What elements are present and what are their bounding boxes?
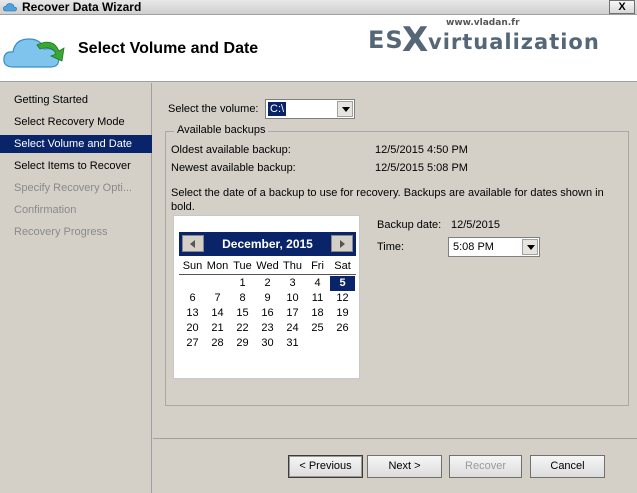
calendar-day[interactable]: 28 bbox=[205, 336, 230, 351]
calendar-day[interactable]: 1 bbox=[230, 276, 255, 291]
step-getting-started[interactable]: Getting Started bbox=[0, 91, 152, 109]
logo: www.vladan.fr ES X virtualization bbox=[368, 18, 600, 68]
calendar-day[interactable]: 13 bbox=[180, 306, 205, 321]
main-panel: Select the volume: C:\ Available backups… bbox=[153, 83, 637, 493]
weekday-header: Sat bbox=[334, 260, 351, 272]
calendar-day[interactable]: 29 bbox=[230, 336, 255, 351]
calendar-day[interactable]: 7 bbox=[205, 291, 230, 306]
next-button[interactable]: Next > bbox=[367, 455, 442, 478]
chevron-down-icon[interactable] bbox=[337, 101, 353, 117]
calendar-day[interactable]: 27 bbox=[180, 336, 205, 351]
calendar-divider bbox=[179, 274, 356, 275]
step-specify-recovery-options: Specify Recovery Opti... bbox=[14, 182, 132, 194]
step-select-recovery-mode[interactable]: Select Recovery Mode bbox=[0, 113, 152, 131]
cloud-icon bbox=[3, 3, 17, 12]
backup-calendar[interactable]: December, 2015 Sun Mon Tue Wed Thu Fri Sat 123… bbox=[173, 215, 360, 379]
calendar-day[interactable]: 20 bbox=[180, 321, 205, 336]
calendar-day[interactable]: 9 bbox=[255, 291, 280, 306]
step-select-items[interactable]: Select Items to Recover bbox=[0, 157, 152, 175]
volume-label: Select the volume: bbox=[168, 103, 259, 115]
logo-site-text: www.vladan.fr bbox=[446, 18, 520, 28]
calendar-day[interactable]: 24 bbox=[280, 321, 305, 336]
step-recovery-progress: Recovery Progress bbox=[14, 226, 108, 238]
step-select-volume-and-date[interactable]: Select Volume and Date bbox=[0, 135, 152, 153]
cloud-recover-icon bbox=[3, 38, 65, 68]
time-select[interactable]: 5:08 PM bbox=[448, 237, 540, 257]
weekday-header: Fri bbox=[311, 260, 324, 272]
time-select-value: 5:08 PM bbox=[453, 241, 494, 253]
next-month-button[interactable] bbox=[331, 235, 353, 252]
oldest-backup-value: 12/5/2015 4:50 PM bbox=[375, 144, 468, 156]
previous-button[interactable]: < Previous bbox=[288, 455, 363, 478]
wizard-header: Select Volume and Date www.vladan.fr ES … bbox=[0, 15, 637, 82]
calendar-day[interactable]: 19 bbox=[330, 306, 355, 321]
calendar-month-title: December, 2015 bbox=[222, 237, 313, 251]
calendar-day[interactable]: 15 bbox=[230, 306, 255, 321]
logo-brand-suffix: virtualization bbox=[428, 30, 600, 54]
calendar-day[interactable]: 25 bbox=[305, 321, 330, 336]
backup-date-label: Backup date: bbox=[377, 219, 442, 231]
weekday-header: Thu bbox=[283, 260, 302, 272]
calendar-day[interactable]: 8 bbox=[230, 291, 255, 306]
calendar-day[interactable]: 14 bbox=[205, 306, 230, 321]
calendar-day[interactable]: 3 bbox=[280, 276, 305, 291]
page-title: Select Volume and Date bbox=[78, 40, 259, 57]
chevron-down-icon[interactable] bbox=[522, 239, 538, 255]
weekday-header: Tue bbox=[233, 260, 252, 272]
calendar-day[interactable]: 31 bbox=[280, 336, 305, 351]
calendar-day[interactable]: 23 bbox=[255, 321, 280, 336]
backup-instruction: Select the date of a backup to use for r… bbox=[171, 187, 604, 213]
calendar-day[interactable]: 6 bbox=[180, 291, 205, 306]
newest-backup-label: Newest available backup: bbox=[171, 162, 296, 174]
calendar-day[interactable]: 4 bbox=[305, 276, 330, 291]
volume-select-value: C:\ bbox=[268, 102, 287, 116]
calendar-day[interactable]: 21 bbox=[205, 321, 230, 336]
time-label: Time: bbox=[377, 241, 405, 253]
chevron-left-icon bbox=[190, 240, 195, 248]
calendar-header: December, 2015 bbox=[179, 232, 356, 256]
calendar-day[interactable]: 30 bbox=[255, 336, 280, 351]
close-button[interactable]: X bbox=[609, 0, 635, 14]
step-confirmation: Confirmation bbox=[14, 204, 77, 216]
chevron-right-icon bbox=[340, 240, 345, 248]
weekday-header: Sun bbox=[182, 260, 203, 272]
calendar-day[interactable]: 2 bbox=[255, 276, 280, 291]
oldest-backup-label: Oldest available backup: bbox=[171, 144, 291, 156]
calendar-day-selected[interactable]: 5 bbox=[330, 276, 355, 291]
calendar-day[interactable]: 17 bbox=[280, 306, 305, 321]
window-title: Recover Data Wizard bbox=[22, 0, 142, 14]
calendar-day[interactable]: 18 bbox=[305, 306, 330, 321]
calendar-day[interactable]: 11 bbox=[305, 291, 330, 306]
cancel-button[interactable]: Cancel bbox=[530, 455, 605, 478]
logo-brand-x: X bbox=[402, 20, 429, 60]
previous-month-button[interactable] bbox=[182, 235, 204, 252]
weekday-header: Wed bbox=[256, 260, 279, 272]
calendar-day[interactable]: 22 bbox=[230, 321, 255, 336]
weekday-header: Mon bbox=[206, 260, 229, 272]
wizard-steps: Getting Started Select Recovery Mode Sel… bbox=[0, 83, 152, 493]
backup-date-value: 12/5/2015 bbox=[451, 219, 500, 231]
logo-brand-prefix: ES bbox=[368, 26, 404, 54]
calendar-day[interactable]: 10 bbox=[280, 291, 305, 306]
newest-backup-value: 12/5/2015 5:08 PM bbox=[375, 162, 468, 174]
recover-button: Recover bbox=[449, 455, 522, 478]
volume-select[interactable]: C:\ bbox=[265, 99, 355, 119]
button-separator bbox=[153, 438, 637, 439]
calendar-day[interactable]: 16 bbox=[255, 306, 280, 321]
title-bar: Recover Data Wizard X bbox=[0, 0, 637, 15]
calendar-day[interactable]: 26 bbox=[330, 321, 355, 336]
available-backups-legend: Available backups bbox=[174, 124, 269, 136]
calendar-day[interactable]: 12 bbox=[330, 291, 355, 306]
